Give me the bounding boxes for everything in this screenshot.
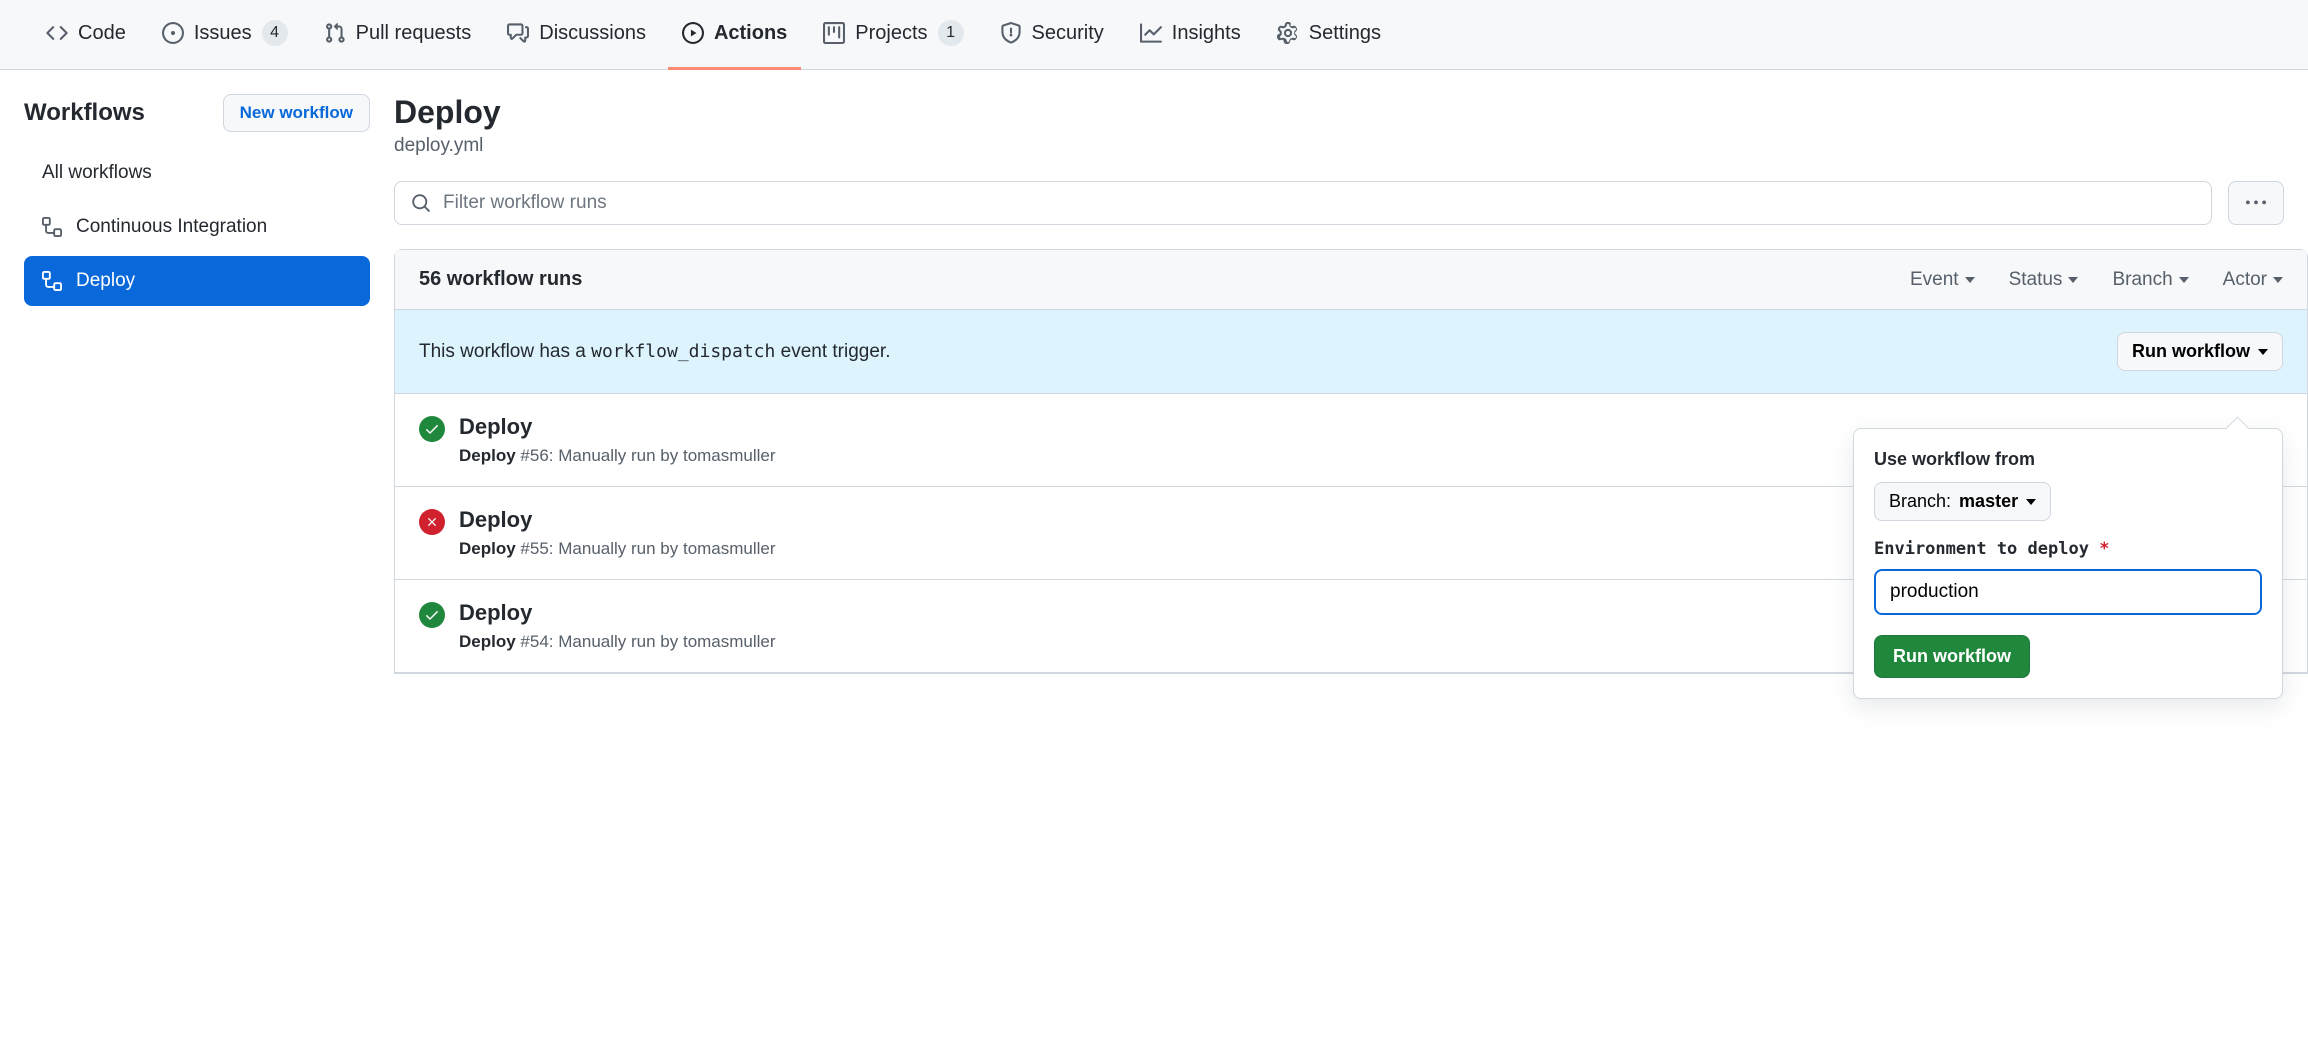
issue-icon [162,22,184,44]
workflows-sidebar: Workflows New workflow All workflows Con… [24,94,394,674]
kebab-icon [2246,193,2266,213]
caret-down-icon [2026,499,2036,505]
tab-label: Issues [194,22,252,45]
run-meta: Deploy #56: Manually run by tomasmuller [459,446,776,466]
filter-runs-input[interactable] [443,192,2195,214]
tab-label: Code [78,22,126,45]
filter-event[interactable]: Event [1910,269,1975,291]
page-title: Deploy [394,94,2308,131]
tab-security[interactable]: Security [986,0,1118,70]
tab-label: Projects [855,22,927,45]
tab-code[interactable]: Code [32,0,140,70]
run-title: Deploy [459,600,776,626]
sidebar-item-deploy[interactable]: Deploy [24,256,370,306]
graph-icon [1140,22,1162,44]
dispatch-trigger-banner: This workflow has a workflow_dispatch ev… [395,310,2307,394]
run-meta: Deploy #55: Manually run by tomasmuller [459,539,776,559]
projects-icon [823,22,845,44]
env-field-label: Environment to deploy * [1874,539,2262,559]
issues-count-badge: 4 [262,20,288,46]
filter-branch[interactable]: Branch [2112,269,2188,291]
workflow-icon [42,217,62,237]
more-actions-button[interactable] [2228,181,2284,225]
tab-actions[interactable]: Actions [668,0,801,70]
tab-pull-requests[interactable]: Pull requests [310,0,486,70]
run-workflow-popover: Use workflow from Branch: master Environ… [1853,428,2283,699]
branch-select-dropdown[interactable]: Branch: master [1874,482,2051,521]
banner-text-suffix: event trigger. [775,341,890,362]
run-meta: Deploy #54: Manually run by tomasmuller [459,632,776,652]
tab-label: Security [1032,22,1104,45]
new-workflow-button[interactable]: New workflow [223,94,370,132]
banner-text-prefix: This workflow has a [419,341,591,362]
tab-label: Discussions [539,22,646,45]
tab-label: Actions [714,22,787,45]
search-icon [411,193,431,213]
run-title: Deploy [459,507,776,533]
filter-status[interactable]: Status [2009,269,2079,291]
tab-issues[interactable]: Issues 4 [148,0,302,70]
sidebar-all-workflows[interactable]: All workflows [24,148,370,198]
main-content: Deploy deploy.yml 56 workflow runs Event… [394,94,2308,674]
workflow-icon [42,271,62,291]
run-title: Deploy [459,414,776,440]
run-workflow-dropdown-button[interactable]: Run workflow [2117,332,2283,371]
caret-down-icon [1965,277,1975,283]
tab-discussions[interactable]: Discussions [493,0,660,70]
runs-list-box: 56 workflow runs Event Status Branch Act… [394,249,2308,674]
filter-actor[interactable]: Actor [2223,269,2283,291]
repo-tabnav: Code Issues 4 Pull requests Discussions … [0,0,2308,70]
tab-insights[interactable]: Insights [1126,0,1255,70]
workflow-filename: deploy.yml [394,135,2308,157]
tab-label: Insights [1172,22,1241,45]
sidebar-item-label: Deploy [76,270,135,292]
runs-count-label: 56 workflow runs [419,268,582,291]
banner-code: workflow_dispatch [591,341,775,362]
code-icon [46,22,68,44]
sidebar-item-label: All workflows [42,162,152,184]
tab-label: Pull requests [356,22,472,45]
caret-down-icon [2273,277,2283,283]
pull-request-icon [324,22,346,44]
tab-label: Settings [1309,22,1381,45]
run-workflow-submit-button[interactable]: Run workflow [1874,635,2030,678]
status-success-icon [419,602,445,628]
play-icon [682,22,704,44]
filter-input-container[interactable] [394,181,2212,225]
environment-input[interactable] [1874,569,2262,615]
sidebar-item-label: Continuous Integration [76,216,267,238]
discussions-icon [507,22,529,44]
popover-heading: Use workflow from [1874,449,2262,470]
status-success-icon [419,416,445,442]
status-fail-icon [419,509,445,535]
tab-settings[interactable]: Settings [1263,0,1395,70]
sidebar-title: Workflows [24,99,145,127]
gear-icon [1277,22,1299,44]
caret-down-icon [2179,277,2189,283]
projects-count-badge: 1 [938,20,964,46]
caret-down-icon [2258,349,2268,355]
caret-down-icon [2068,277,2078,283]
sidebar-item-ci[interactable]: Continuous Integration [24,202,370,252]
tab-projects[interactable]: Projects 1 [809,0,977,70]
shield-icon [1000,22,1022,44]
